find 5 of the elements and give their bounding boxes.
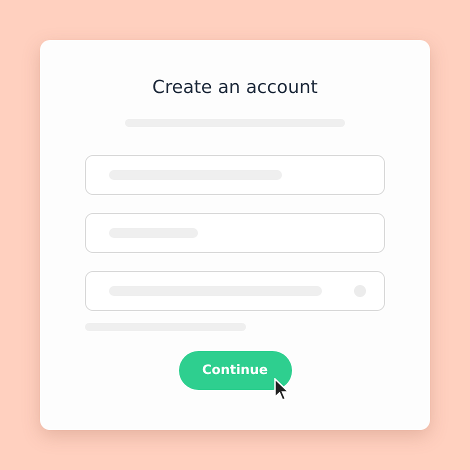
input-field[interactable] bbox=[85, 213, 385, 253]
continue-button[interactable]: Continue bbox=[178, 351, 292, 390]
form-title: Create an account bbox=[152, 76, 318, 100]
input-field[interactable] bbox=[85, 271, 385, 311]
input-field[interactable] bbox=[85, 155, 385, 195]
